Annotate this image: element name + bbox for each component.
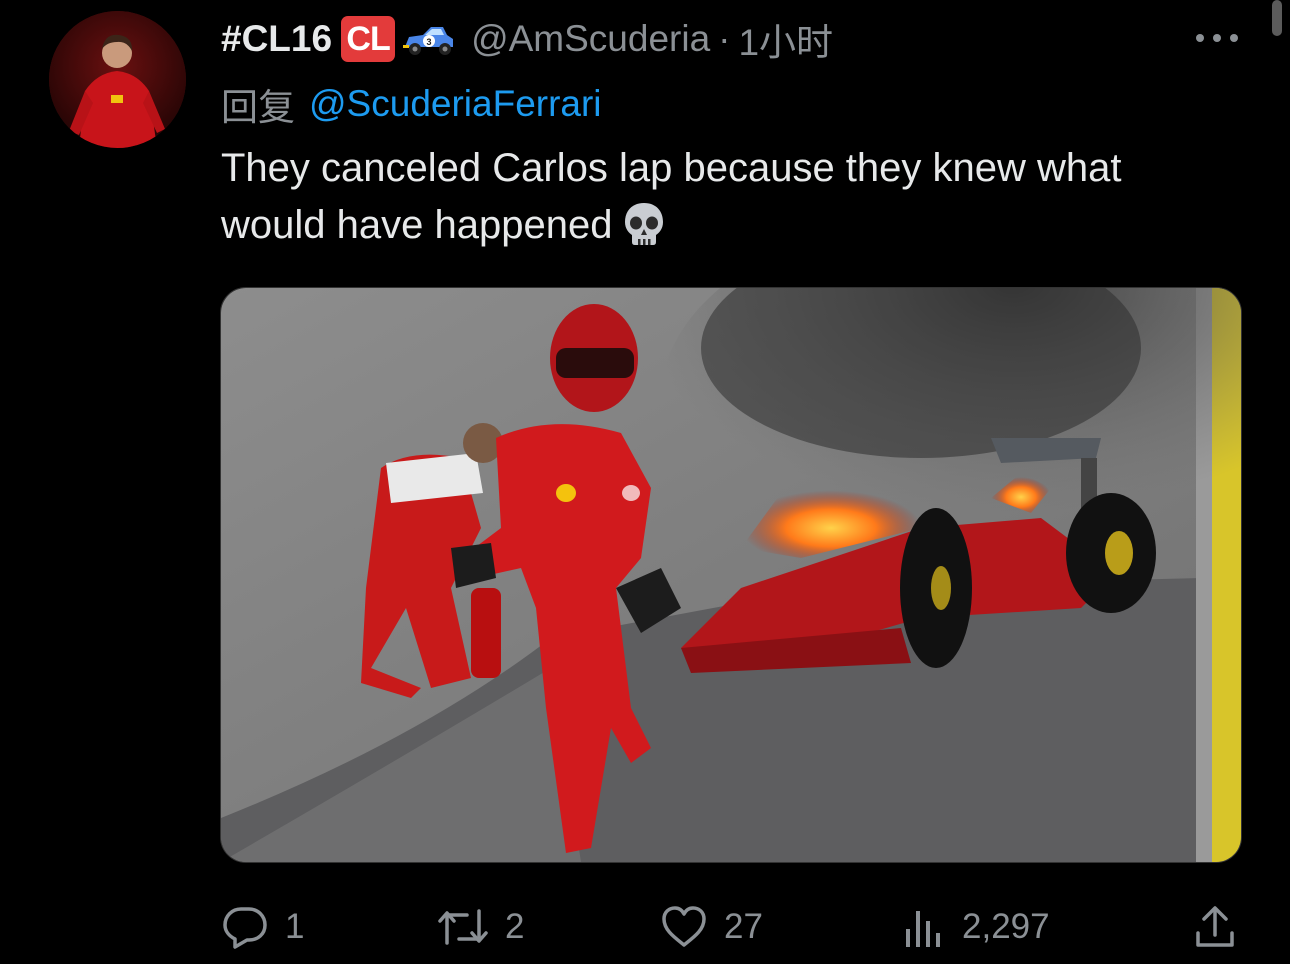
retweet-count: 2	[505, 907, 525, 946]
separator-dot: ·	[718, 18, 731, 59]
reply-prefix: 回复	[221, 87, 295, 128]
tweet-photo[interactable]	[220, 287, 1242, 863]
user-handle[interactable]: @AmScuderia	[471, 18, 710, 60]
avatar[interactable]	[49, 11, 186, 148]
views-count: 2,297	[962, 907, 1050, 946]
reply-context: 回复 @ScuderiaFerrari	[221, 78, 602, 130]
tweet-body: They canceled Carlos lap because they kn…	[221, 146, 1122, 247]
share-action[interactable]	[1193, 895, 1237, 959]
reply-icon	[223, 907, 267, 949]
reply-to-link[interactable]: @ScuderiaFerrari	[309, 83, 602, 125]
share-icon	[1196, 906, 1234, 947]
scrollbar[interactable]	[1272, 0, 1282, 36]
more-options-icon[interactable]	[1196, 28, 1238, 48]
avatar-image	[49, 11, 186, 148]
views-action[interactable]: 2,297	[902, 895, 1050, 959]
reply-action[interactable]: 1	[221, 895, 304, 959]
like-action[interactable]: 27	[660, 895, 763, 959]
tweet-text: They canceled Carlos lap because they kn…	[221, 140, 1221, 254]
action-bar: 1 2 27 2,297	[0, 895, 1290, 959]
retweet-icon	[438, 909, 488, 945]
display-name[interactable]: #CL16	[221, 18, 332, 60]
svg-text:3: 3	[427, 37, 432, 47]
racing-car-icon: 3	[401, 19, 457, 59]
heart-icon	[662, 906, 706, 947]
reply-count: 1	[285, 907, 305, 946]
retweet-action[interactable]: 2	[437, 895, 524, 959]
views-chart-icon	[906, 911, 940, 947]
tweet-header: #CL16 CL 3 @AmScuderia · 1小时	[221, 12, 833, 66]
crash-scene-image	[221, 288, 1241, 862]
like-count: 27	[724, 907, 763, 946]
skull-icon	[620, 200, 668, 248]
cl-badge: CL	[341, 16, 396, 62]
timestamp[interactable]: 1小时	[738, 12, 833, 66]
